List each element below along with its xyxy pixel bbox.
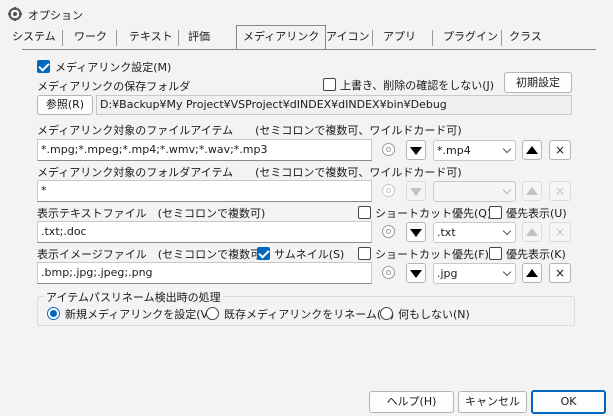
- triangle-down-icon: [410, 188, 422, 196]
- tab-divider: [116, 30, 117, 46]
- text-files-select[interactable]: .txt: [433, 222, 516, 243]
- tab-app[interactable]: アプリ: [379, 27, 420, 49]
- image-shortcut-label: ショートカット優先(F): [375, 248, 489, 261]
- image-files-select[interactable]: .jpg: [433, 263, 516, 284]
- save-folder-path: D:¥Backup¥My Project¥VSProject¥dINDEX¥dI…: [96, 95, 572, 115]
- close-icon: ×: [554, 143, 566, 157]
- window-title: オプション: [28, 9, 83, 22]
- image-files-move-up-button[interactable]: [522, 263, 542, 283]
- image-priority-label: 優先表示(K): [506, 248, 566, 261]
- text-shortcut-label: ショートカット優先(Q): [375, 207, 492, 220]
- close-icon: ×: [554, 266, 566, 280]
- rename-option-rename-label: 既存メディアリンクをリネーム(O): [224, 308, 395, 321]
- tab-text[interactable]: テキスト: [125, 27, 177, 49]
- file-items-move-up-button[interactable]: [522, 140, 542, 160]
- close-icon: ×: [554, 225, 566, 239]
- chevron-down-icon: [502, 267, 512, 277]
- chevron-down-icon: [502, 226, 512, 236]
- help-button[interactable]: ヘルプ(H): [369, 391, 454, 413]
- file-items-add-icon[interactable]: [382, 143, 395, 156]
- file-items-select-value: *.mp4: [437, 144, 471, 157]
- tab-icon[interactable]: アイコン: [322, 27, 373, 49]
- triangle-up-icon: [526, 228, 538, 236]
- app-icon: [8, 7, 22, 21]
- folder-items-input[interactable]: *: [37, 180, 372, 202]
- file-items-label: メディアリンク対象のファイルアイテム (セミコロンで複数可、ワイルドカード可): [37, 124, 462, 137]
- image-files-input[interactable]: .bmp;.jpg;.jpeg;.png: [37, 262, 372, 284]
- cancel-button[interactable]: キャンセル: [458, 391, 527, 413]
- no-confirm-label: 上書き、削除の確認をしない(J): [340, 79, 495, 92]
- triangle-up-icon: [526, 187, 538, 195]
- tab-rating[interactable]: 評価: [184, 27, 214, 49]
- text-files-delete-button[interactable]: ×: [549, 222, 571, 242]
- tab-divider: [372, 30, 373, 46]
- tab-plugin[interactable]: プラグイン: [439, 27, 502, 49]
- media-link-enable-label: メディアリンク設定(M): [55, 61, 172, 74]
- folder-items-add-icon[interactable]: [382, 184, 395, 197]
- tab-class[interactable]: クラス: [505, 27, 546, 49]
- save-folder-label: メディアリンクの保存フォルダ: [37, 80, 191, 93]
- folder-items-label: メディアリンク対象のフォルダアイテム (セミコロンで複数可、ワイルドカード可): [37, 166, 462, 179]
- tab-work[interactable]: ワーク: [70, 27, 111, 49]
- image-shortcut-checkbox[interactable]: [358, 247, 371, 260]
- no-confirm-checkbox[interactable]: [323, 78, 336, 91]
- rename-option-none-radio[interactable]: [380, 307, 393, 320]
- triangle-up-icon: [526, 269, 538, 277]
- reset-button[interactable]: 初期設定: [504, 72, 572, 93]
- triangle-down-icon: [410, 147, 422, 155]
- text-priority-checkbox[interactable]: [489, 206, 502, 219]
- chevron-down-icon: [502, 144, 512, 154]
- thumbnail-checkbox[interactable]: [257, 247, 270, 260]
- text-priority-label: 優先表示(U): [506, 207, 567, 220]
- file-items-move-down-button[interactable]: [406, 140, 426, 160]
- image-files-move-down-button[interactable]: [406, 263, 426, 283]
- tab-system[interactable]: システム: [8, 27, 60, 49]
- rename-option-new-label: 新規メディアリンクを設定(V): [65, 308, 213, 321]
- chevron-down-icon: [502, 185, 512, 195]
- rename-option-rename-radio[interactable]: [206, 307, 219, 320]
- file-items-delete-button[interactable]: ×: [549, 140, 571, 160]
- folder-items-move-down-button[interactable]: [406, 181, 426, 201]
- image-files-label: 表示イメージファイル (セミコロンで複数可): [37, 248, 266, 261]
- rename-option-none-label: 何もしない(N): [398, 308, 470, 321]
- rename-option-new-radio[interactable]: [47, 307, 60, 320]
- image-priority-checkbox[interactable]: [489, 247, 502, 260]
- tab-divider: [178, 30, 179, 46]
- file-items-select[interactable]: *.mp4: [433, 140, 516, 161]
- tab-divider: [432, 30, 433, 46]
- tab-media-link[interactable]: メディアリンク: [236, 25, 327, 50]
- text-files-input[interactable]: .txt;.doc: [37, 221, 372, 243]
- rename-group-label: アイテムパスリネーム検出時の処理: [44, 289, 223, 305]
- thumbnail-label: サムネイル(S): [274, 248, 345, 261]
- text-files-add-icon[interactable]: [382, 225, 395, 238]
- close-icon: ×: [554, 184, 566, 198]
- image-files-delete-button[interactable]: ×: [549, 263, 571, 283]
- folder-items-move-up-button[interactable]: [522, 181, 542, 201]
- text-files-move-down-button[interactable]: [406, 222, 426, 242]
- file-items-input[interactable]: *.mpg;*.mpeg;*.mp4;*.wmv;*.wav;*.mp3: [37, 139, 372, 161]
- image-files-add-icon[interactable]: [382, 266, 395, 279]
- media-link-enable-checkbox[interactable]: [37, 60, 50, 73]
- text-files-move-up-button[interactable]: [522, 222, 542, 242]
- image-files-select-value: .jpg: [437, 267, 458, 280]
- triangle-down-icon: [410, 270, 422, 278]
- triangle-up-icon: [526, 146, 538, 154]
- folder-items-delete-button[interactable]: ×: [549, 181, 571, 201]
- folder-items-select[interactable]: [433, 181, 516, 202]
- browse-button[interactable]: 参照(R): [37, 95, 93, 115]
- text-shortcut-checkbox[interactable]: [358, 206, 371, 219]
- text-files-label: 表示テキストファイル (セミコロンで複数可): [37, 207, 266, 220]
- ok-button[interactable]: OK: [531, 390, 606, 414]
- tab-divider: [62, 30, 63, 46]
- title-bar: [0, 0, 613, 28]
- tab-divider: [501, 30, 502, 46]
- text-files-select-value: .txt: [437, 226, 456, 239]
- triangle-down-icon: [410, 229, 422, 237]
